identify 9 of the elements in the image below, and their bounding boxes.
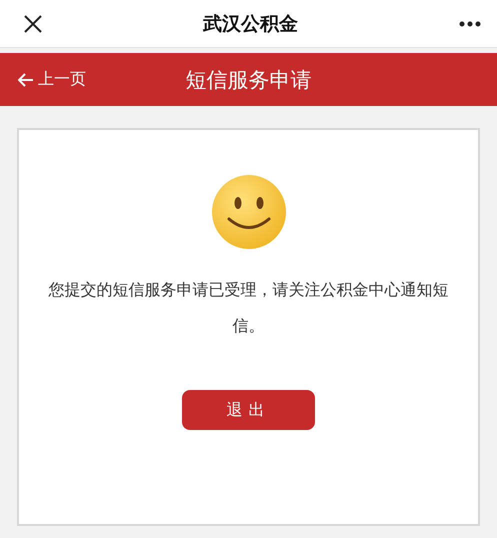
more-icon[interactable] [459,20,481,26]
page-title: 短信服务申请 [186,66,312,94]
window-title: 武汉公积金 [203,12,298,36]
result-message: 您提交的短信服务申请已受理，请关注公积金中心通知短信。 [48,279,450,337]
back-link[interactable]: 上一页 [18,69,186,90]
back-arrow-icon[interactable] [18,72,34,86]
smiley-icon [210,174,286,250]
exit-button[interactable]: 退出 [182,390,315,430]
close-icon[interactable] [24,14,42,32]
